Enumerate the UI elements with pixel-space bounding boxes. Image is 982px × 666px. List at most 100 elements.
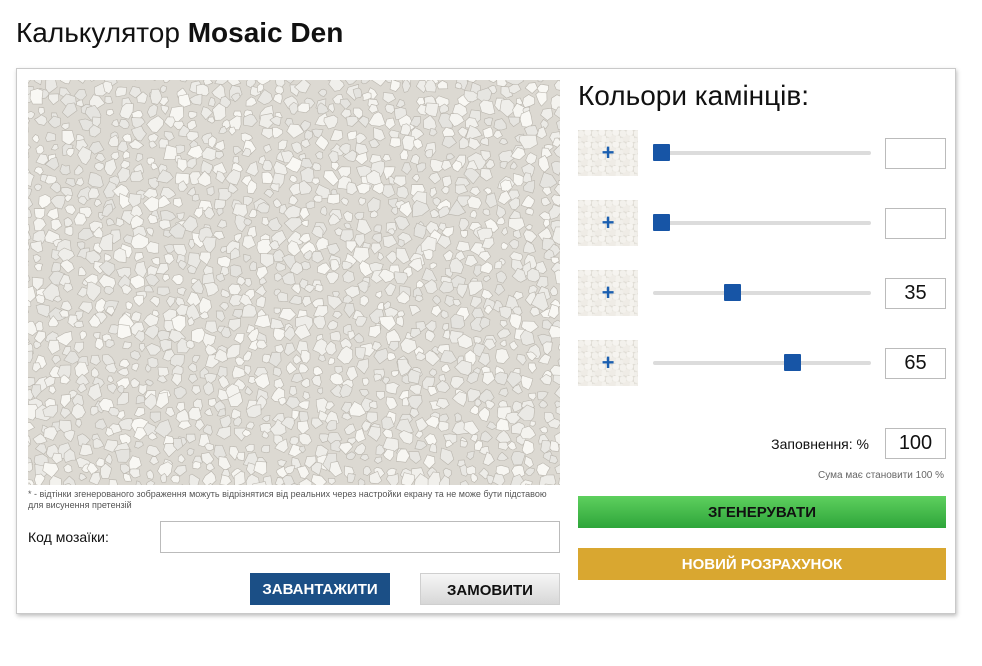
pebble xyxy=(525,207,534,216)
pebble xyxy=(227,318,241,332)
pebble xyxy=(345,366,359,382)
pebble xyxy=(479,316,491,330)
color-percent-input[interactable]: 65 xyxy=(885,348,946,379)
pebble xyxy=(452,391,467,407)
pebble xyxy=(134,252,144,262)
color-slider[interactable] xyxy=(653,144,871,161)
pebble xyxy=(143,284,154,293)
pebble xyxy=(395,315,404,328)
page-title-brand: Mosaic Den xyxy=(187,17,344,48)
pebble xyxy=(28,187,33,199)
new-calculation-button[interactable]: НОВИЙ РОЗРАХУНОК xyxy=(578,548,946,580)
pebble xyxy=(395,99,406,108)
pebble xyxy=(325,271,340,284)
pebble xyxy=(145,343,162,356)
pebble xyxy=(186,447,195,456)
pebble xyxy=(117,166,131,183)
generate-button[interactable]: ЗГЕНЕРУВАТИ xyxy=(578,496,946,528)
pebble xyxy=(441,159,453,171)
download-button[interactable]: ЗАВАНТАЖИТИ xyxy=(250,573,390,605)
pebble xyxy=(150,162,159,171)
pebble xyxy=(32,362,42,373)
pebble xyxy=(427,386,438,397)
pebble xyxy=(539,474,557,485)
pebble xyxy=(75,177,85,187)
pebble xyxy=(329,129,344,142)
pebble xyxy=(243,195,254,206)
pebble xyxy=(219,301,229,312)
pebble xyxy=(284,80,295,84)
pebble xyxy=(363,465,372,476)
slider-thumb[interactable] xyxy=(653,214,670,231)
pebble xyxy=(345,451,357,460)
pebble xyxy=(428,171,442,185)
pebble xyxy=(151,257,161,266)
pebble xyxy=(203,282,219,297)
pebble xyxy=(107,134,120,148)
order-button[interactable]: ЗАМОВИТИ xyxy=(420,573,560,605)
slider-thumb[interactable] xyxy=(784,354,802,371)
pebble xyxy=(509,340,519,351)
pebble xyxy=(116,323,132,340)
pebble xyxy=(422,114,437,132)
pebble xyxy=(519,425,537,440)
color-row-2: + xyxy=(578,200,946,246)
pebble xyxy=(35,144,45,155)
mosaic-code-input[interactable] xyxy=(160,521,560,553)
color-swatch-add-button[interactable]: + xyxy=(578,270,638,316)
pebble xyxy=(440,363,451,373)
pebble xyxy=(73,341,85,354)
pebble xyxy=(442,249,454,262)
pebble xyxy=(385,382,400,395)
pebble xyxy=(291,141,303,154)
color-swatch-add-button[interactable]: + xyxy=(578,200,638,246)
pebble xyxy=(423,454,436,470)
pebble xyxy=(344,80,357,85)
color-slider[interactable] xyxy=(653,354,871,371)
color-percent-input[interactable] xyxy=(885,208,946,239)
pebble xyxy=(326,243,341,255)
pebble xyxy=(236,451,245,462)
pebble xyxy=(423,279,438,294)
pebble xyxy=(260,444,270,454)
slider-thumb[interactable] xyxy=(653,144,670,161)
pebble xyxy=(553,80,560,91)
color-slider[interactable] xyxy=(653,284,871,301)
color-percent-input[interactable] xyxy=(885,138,946,169)
color-swatch-add-button[interactable]: + xyxy=(578,340,638,386)
preview-disclaimer: * - відтінки згенерованого зображення мо… xyxy=(28,489,547,510)
color-slider[interactable] xyxy=(653,214,871,231)
pebble xyxy=(63,217,74,227)
pebble xyxy=(50,194,67,210)
pebble xyxy=(355,346,366,360)
pebble xyxy=(277,397,287,406)
plus-icon: + xyxy=(601,280,615,305)
pebble xyxy=(524,455,534,469)
pebble xyxy=(28,350,34,363)
pebble xyxy=(373,127,386,142)
pebble xyxy=(382,234,398,248)
pebble xyxy=(399,149,409,161)
color-percent-input[interactable]: 35 xyxy=(885,278,946,309)
pebble xyxy=(218,456,232,471)
color-swatch-add-button[interactable]: + xyxy=(578,130,638,176)
pebble xyxy=(343,302,356,319)
pebble xyxy=(35,303,51,318)
pebble xyxy=(166,296,176,308)
pebble xyxy=(298,478,313,485)
slider-thumb[interactable] xyxy=(723,284,741,301)
pebble xyxy=(186,131,199,142)
pebble xyxy=(354,211,365,221)
pebble xyxy=(59,259,75,274)
pebble xyxy=(394,215,410,231)
pebble xyxy=(289,436,299,446)
pebble xyxy=(186,157,197,169)
pebble xyxy=(437,420,450,432)
pebble xyxy=(153,80,156,81)
pebble xyxy=(34,443,48,455)
pebble xyxy=(28,208,33,218)
pebble xyxy=(254,284,267,297)
pebble xyxy=(146,480,156,485)
pebble xyxy=(105,453,113,465)
pebble xyxy=(187,111,198,119)
